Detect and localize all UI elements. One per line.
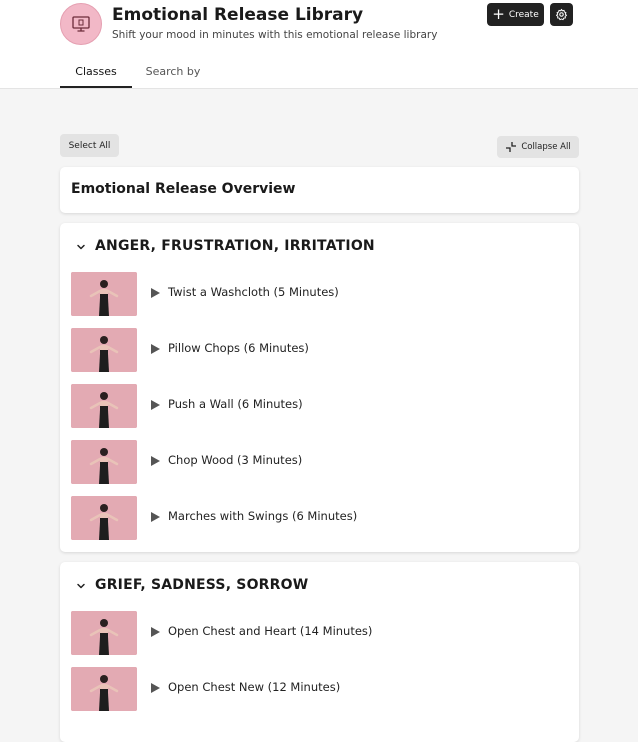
item-title[interactable]: Push a Wall (6 Minutes) <box>168 397 303 411</box>
select-all-button[interactable]: Select All <box>60 134 119 157</box>
list-item[interactable]: Open Chest and Heart (14 Minutes) <box>71 611 571 655</box>
list-item[interactable]: Chop Wood (3 Minutes) <box>71 440 571 484</box>
create-button[interactable]: + Create <box>487 3 544 26</box>
create-button-label: Create <box>508 9 539 20</box>
video-thumbnail[interactable] <box>71 384 137 428</box>
play-icon[interactable] <box>151 400 160 410</box>
play-icon[interactable] <box>151 344 160 354</box>
video-thumbnail[interactable] <box>71 496 137 540</box>
play-icon[interactable] <box>151 683 160 693</box>
play-icon[interactable] <box>151 512 160 522</box>
item-title[interactable]: Open Chest New (12 Minutes) <box>168 680 340 694</box>
video-thumbnail[interactable] <box>71 611 137 655</box>
item-title[interactable]: Pillow Chops (6 Minutes) <box>168 341 309 355</box>
list-item[interactable]: Pillow Chops (6 Minutes) <box>71 328 571 372</box>
video-thumbnail[interactable] <box>71 440 137 484</box>
chevron-down-icon[interactable] <box>75 580 87 592</box>
chevron-down-icon[interactable] <box>75 241 87 253</box>
list-item[interactable]: Open Chest New (12 Minutes) <box>71 667 571 711</box>
section-grief: GRIEF, SADNESS, SORROW Open Chest and He… <box>60 562 579 742</box>
play-icon[interactable] <box>151 627 160 637</box>
video-thumbnail[interactable] <box>71 272 137 316</box>
page-title: Emotional Release Library <box>112 5 364 25</box>
item-title[interactable]: Marches with Swings (6 Minutes) <box>168 509 357 523</box>
item-title[interactable]: Chop Wood (3 Minutes) <box>168 453 302 467</box>
list-item[interactable]: Push a Wall (6 Minutes) <box>71 384 571 428</box>
play-icon[interactable] <box>151 288 160 298</box>
tab-search-by[interactable]: Search by <box>140 58 206 88</box>
gear-icon <box>555 8 568 21</box>
tab-search-by-label: Search by <box>145 65 201 78</box>
list-item[interactable]: Twist a Washcloth (5 Minutes) <box>71 272 571 316</box>
collapse-icon <box>506 142 517 152</box>
section-anger: ANGER, FRUSTRATION, IRRITATION Twist a W… <box>60 223 579 552</box>
collapse-all-button[interactable]: Collapse All <box>497 136 579 158</box>
collapse-all-label: Collapse All <box>521 142 571 152</box>
section-title: GRIEF, SADNESS, SORROW <box>95 577 309 593</box>
tab-classes-label: Classes <box>75 65 117 78</box>
overview-card[interactable]: Emotional Release Overview <box>60 167 579 213</box>
play-icon[interactable] <box>151 456 160 466</box>
video-thumbnail[interactable] <box>71 667 137 711</box>
overview-title: Emotional Release Overview <box>71 181 296 197</box>
section-title: ANGER, FRUSTRATION, IRRITATION <box>95 238 375 254</box>
settings-button[interactable] <box>550 3 573 26</box>
tab-classes[interactable]: Classes <box>60 58 132 88</box>
section-header[interactable]: GRIEF, SADNESS, SORROW <box>60 575 579 597</box>
video-thumbnail[interactable] <box>71 328 137 372</box>
page-subtitle: Shift your mood in minutes with this emo… <box>112 29 438 41</box>
monitor-icon <box>60 3 102 45</box>
item-title[interactable]: Open Chest and Heart (14 Minutes) <box>168 624 372 638</box>
list-item[interactable]: Marches with Swings (6 Minutes) <box>71 496 571 540</box>
item-title[interactable]: Twist a Washcloth (5 Minutes) <box>168 285 339 299</box>
app-header: Emotional Release Library Shift your moo… <box>0 0 638 89</box>
section-header[interactable]: ANGER, FRUSTRATION, IRRITATION <box>60 236 579 258</box>
plus-icon: + <box>492 5 505 23</box>
